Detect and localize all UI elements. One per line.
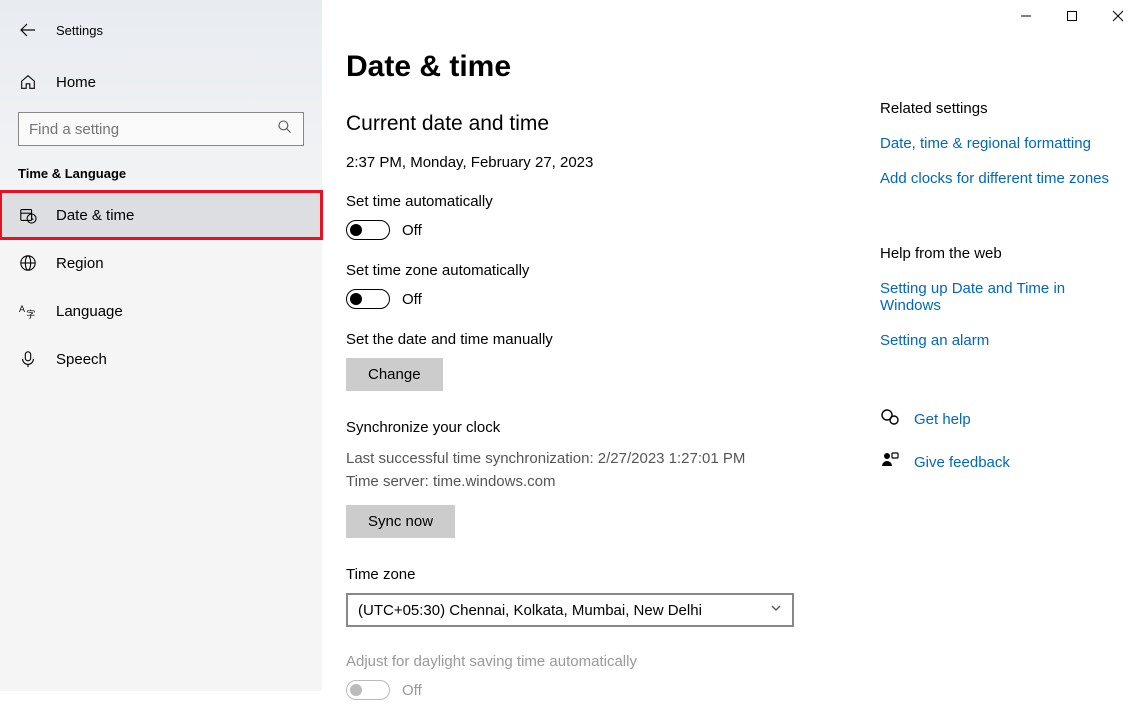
search-box[interactable] — [18, 112, 304, 146]
search-icon — [277, 119, 293, 140]
feedback-row[interactable]: Give feedback — [880, 450, 1120, 475]
link-regional-formatting[interactable]: Date, time & regional formatting — [880, 135, 1120, 152]
timezone-label: Time zone — [346, 566, 846, 583]
dst-toggle — [346, 680, 390, 700]
sidebar-item-label: Date & time — [56, 207, 134, 224]
category-label: Time & Language — [0, 146, 322, 191]
feedback-icon — [880, 450, 900, 475]
set-zone-auto-label: Set time zone automatically — [346, 262, 846, 279]
help-chat-icon — [880, 407, 900, 432]
home-label: Home — [56, 74, 96, 91]
globe-icon — [18, 254, 38, 272]
change-button[interactable]: Change — [346, 358, 443, 391]
sync-server: Time server: time.windows.com — [346, 473, 556, 490]
header: Settings — [0, 12, 322, 48]
set-time-auto-state: Off — [402, 222, 422, 239]
page-title: Date & time — [346, 50, 846, 84]
main-content: Date & time Current date and time 2:37 P… — [346, 50, 846, 722]
sync-details: Last successful time synchronization: 2/… — [346, 448, 846, 493]
manual-label: Set the date and time manually — [346, 331, 846, 348]
sidebar-item-language[interactable]: A字 Language — [0, 287, 322, 335]
svg-text:A: A — [19, 304, 25, 314]
link-add-clocks[interactable]: Add clocks for different time zones — [880, 170, 1120, 187]
window-title: Settings — [56, 23, 103, 38]
get-help-row[interactable]: Get help — [880, 407, 1120, 432]
get-help-link[interactable]: Get help — [914, 411, 971, 428]
microphone-icon — [18, 350, 38, 368]
help-heading: Help from the web — [880, 245, 1120, 262]
timezone-dropdown[interactable]: (UTC+05:30) Chennai, Kolkata, Mumbai, Ne… — [346, 593, 794, 627]
home-icon — [18, 73, 38, 91]
feedback-link[interactable]: Give feedback — [914, 454, 1010, 471]
minimize-button[interactable] — [1003, 0, 1049, 32]
set-zone-auto-state: Off — [402, 291, 422, 308]
current-date-heading: Current date and time — [346, 112, 846, 136]
language-icon: A字 — [18, 302, 38, 320]
sidebar-item-date-time[interactable]: Date & time — [0, 191, 322, 239]
link-setting-alarm[interactable]: Setting an alarm — [880, 332, 1120, 349]
sync-last: Last successful time synchronization: 2/… — [346, 450, 745, 467]
sidebar-item-label: Region — [56, 255, 104, 272]
set-time-auto-label: Set time automatically — [346, 193, 846, 210]
home-button[interactable]: Home — [0, 60, 322, 104]
window-controls — [1003, 0, 1141, 32]
calendar-clock-icon — [18, 206, 38, 224]
set-time-auto-toggle[interactable] — [346, 220, 390, 240]
dst-state: Off — [402, 682, 422, 699]
sidebar-item-label: Language — [56, 303, 123, 320]
related-heading: Related settings — [880, 100, 1120, 117]
sync-now-button[interactable]: Sync now — [346, 505, 455, 538]
sync-heading: Synchronize your clock — [346, 419, 846, 436]
back-icon[interactable] — [18, 20, 38, 40]
sidebar-item-region[interactable]: Region — [0, 239, 322, 287]
close-button[interactable] — [1095, 0, 1141, 32]
svg-text:字: 字 — [26, 308, 35, 319]
dst-label: Adjust for daylight saving time automati… — [346, 653, 846, 670]
sidebar-item-label: Speech — [56, 351, 107, 368]
right-column: Related settings Date, time & regional f… — [880, 100, 1120, 493]
sidebar-item-speech[interactable]: Speech — [0, 335, 322, 383]
sidebar: Settings Home Time & Language Date & tim… — [0, 0, 322, 691]
set-zone-auto-toggle[interactable] — [346, 289, 390, 309]
link-setup-datetime[interactable]: Setting up Date and Time in Windows — [880, 280, 1120, 314]
chevron-down-icon — [770, 601, 782, 619]
search-input[interactable] — [29, 121, 277, 138]
current-date-value: 2:37 PM, Monday, February 27, 2023 — [346, 154, 846, 171]
maximize-button[interactable] — [1049, 0, 1095, 32]
timezone-value: (UTC+05:30) Chennai, Kolkata, Mumbai, Ne… — [358, 602, 702, 619]
